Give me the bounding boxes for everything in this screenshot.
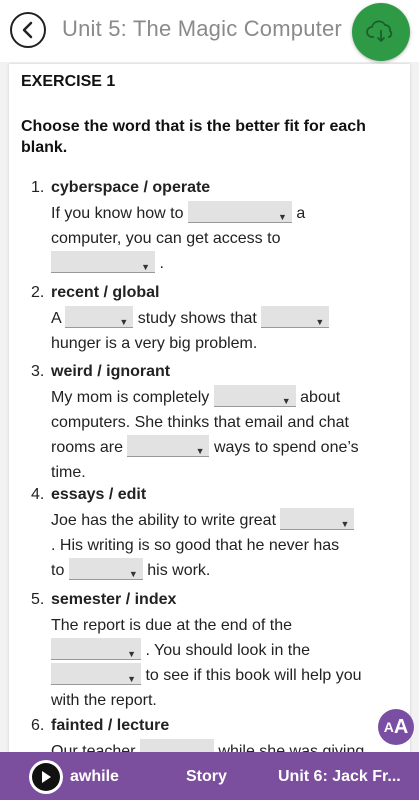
question-number: 6.	[31, 717, 45, 734]
font-size-button[interactable]: AA	[378, 709, 414, 745]
dropdown-arrow-icon: ▼	[141, 262, 150, 273]
answer-dropdown[interactable]: ▼	[261, 306, 330, 329]
question-words: cyberspace / operate	[51, 179, 211, 196]
font-size-small-label: A	[383, 719, 394, 735]
sentence-text: ways to spend one’s	[213, 439, 359, 456]
page-title: Unit 5: The Magic Computer	[62, 16, 342, 41]
question-number: 2.	[31, 284, 45, 301]
dropdown-arrow-icon: ▼	[195, 446, 205, 457]
sentence-text: Joe has the ability to write great	[51, 512, 277, 529]
question-number: 5.	[31, 591, 45, 608]
dropdown-arrow-icon: ▼	[340, 519, 350, 530]
answer-dropdown[interactable]: ▼	[127, 435, 210, 458]
sentence-text: a	[296, 205, 306, 222]
font-size-large-label: A	[393, 715, 409, 738]
sentence-text: .	[159, 255, 164, 272]
answer-dropdown[interactable]: ▼	[68, 558, 143, 581]
sentence-text: about	[300, 389, 341, 406]
cloud-download-button[interactable]	[352, 3, 410, 61]
sentence-text: rooms are	[51, 439, 124, 456]
answer-dropdown[interactable]: ▼	[51, 663, 141, 686]
answer-dropdown[interactable]: ▼	[65, 306, 134, 329]
question-number: 3.	[31, 363, 45, 380]
sentence-text: to see if this book will help you	[145, 667, 362, 684]
exercise-card: EXERCISE 1 Choose the word that is the b…	[9, 64, 410, 764]
sentence-text: computers. She thinks that email and cha…	[51, 414, 349, 431]
nav-story-tab[interactable]: Story	[186, 768, 227, 786]
nav-next-unit[interactable]: Unit 6: Jack Fr...	[278, 768, 401, 786]
answer-dropdown[interactable]: ▼	[213, 385, 296, 408]
question-words: semester / index	[51, 591, 177, 608]
question-words: recent / global	[51, 284, 160, 301]
exercise-instructions: Choose the word that is the better fit f…	[21, 118, 366, 156]
cloud-download-icon	[366, 20, 393, 43]
dropdown-arrow-icon: ▼	[128, 569, 138, 580]
question-number: 4.	[31, 486, 45, 503]
play-button[interactable]	[29, 760, 63, 794]
sentence-text: . His writing is so good that he never h…	[51, 537, 340, 554]
question-words: weird / ignorant	[51, 363, 171, 380]
back-button[interactable]	[10, 12, 46, 48]
dropdown-arrow-icon: ▼	[315, 317, 325, 328]
back-arrow-icon	[22, 21, 33, 39]
sentence-text: A	[51, 310, 61, 327]
exercise-title: EXERCISE 1	[21, 73, 116, 90]
sentence-text: If you know how to	[51, 205, 184, 222]
bottom-nav: awhile Story Unit 6: Jack Fr...	[0, 752, 419, 800]
sentence-text: The report is due at the end of the	[51, 617, 293, 634]
answer-dropdown[interactable]: ▼	[187, 201, 292, 224]
question-words: fainted / lecture	[51, 717, 170, 734]
sentence-text: study shows that	[137, 310, 257, 327]
app-header: Unit 5: The Magic Computer	[0, 0, 419, 62]
question-number: 1.	[31, 179, 45, 196]
sentence-text: to	[51, 562, 65, 579]
answer-dropdown[interactable]: ▼	[51, 638, 141, 661]
sentence-text: his work.	[147, 562, 211, 579]
nav-current-item[interactable]: awhile	[70, 768, 119, 786]
sentence-text: with the report.	[51, 692, 157, 709]
play-icon	[42, 771, 51, 783]
sentence-text: My mom is completely	[51, 389, 210, 406]
sentence-text: time.	[51, 464, 86, 481]
sentence-text: hunger is a very big problem.	[51, 335, 258, 352]
answer-dropdown[interactable]: ▼	[280, 508, 355, 531]
sentence-text: . You should look in the	[145, 642, 311, 659]
sentence-text: computer, you can get access to	[51, 230, 281, 247]
answer-dropdown[interactable]: ▼	[51, 251, 155, 274]
question-words: essays / edit	[51, 486, 147, 503]
